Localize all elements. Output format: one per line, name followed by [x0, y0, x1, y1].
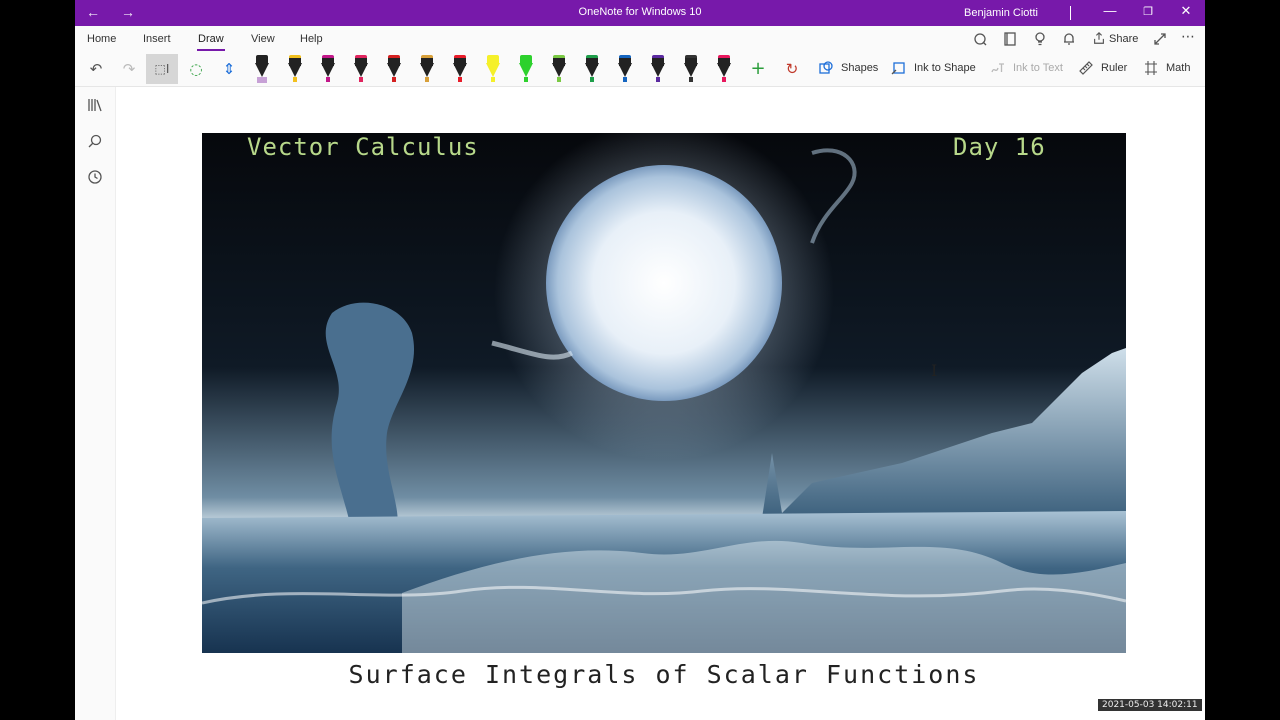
- shapes-button[interactable]: Shapes: [841, 62, 878, 74]
- title-bar: ← → OneNote for Windows 10 Benjamin Ciot…: [75, 0, 1205, 26]
- pen-body: [453, 63, 467, 77]
- ruler-icon: [1078, 60, 1094, 80]
- tab-help[interactable]: Help: [300, 33, 323, 45]
- pen-nib: [359, 77, 363, 82]
- video-timestamp: 2021-05-03 14:02:11: [1098, 699, 1202, 711]
- ink-to-text-icon: [990, 60, 1006, 80]
- lightbulb-icon[interactable]: [1032, 31, 1048, 51]
- navigation-sidebar: [75, 87, 116, 720]
- pen-nib: [491, 77, 495, 82]
- pen-body: [420, 63, 434, 77]
- pen-nib: [722, 77, 726, 82]
- undo-icon[interactable]: ↶: [85, 58, 107, 80]
- pen-body: [651, 63, 665, 77]
- pen-body: [717, 63, 731, 77]
- pen-3-icon[interactable]: [321, 55, 335, 83]
- pen-nib: [425, 77, 429, 82]
- arctic-moon-illustration: [202, 133, 1126, 653]
- tab-view[interactable]: View: [251, 33, 275, 45]
- pen-1-icon[interactable]: [255, 55, 269, 83]
- ink-to-shape-icon: [891, 60, 907, 80]
- pen-nib: [392, 77, 396, 82]
- pen-body: [321, 63, 335, 77]
- pen-9-icon[interactable]: [519, 55, 533, 83]
- pen-nib: [689, 77, 693, 82]
- tab-draw[interactable]: Draw: [197, 33, 225, 51]
- image-title-right: Day 16: [953, 133, 1046, 161]
- pen-body: [288, 63, 302, 77]
- pen-nib: [623, 77, 627, 82]
- title-separator: [1070, 6, 1071, 20]
- search-icon[interactable]: [85, 133, 105, 153]
- sync-icon[interactable]: [972, 31, 988, 51]
- pen-nib: [293, 77, 297, 82]
- redo-icon: ↷: [122, 60, 136, 78]
- shapes-icon: [818, 60, 834, 80]
- ribbon-tabs: Home Insert Draw View Help Share ⋯: [75, 26, 1205, 52]
- share-icon[interactable]: [1092, 31, 1106, 49]
- pen-body: [585, 63, 599, 77]
- pen-2-icon[interactable]: [288, 55, 302, 83]
- pen-7-icon[interactable]: [453, 55, 467, 83]
- pen-cap: [256, 55, 268, 63]
- pen-12-icon[interactable]: [618, 55, 632, 83]
- more-options-icon[interactable]: ⋯: [1181, 29, 1195, 45]
- pen-body: [519, 63, 533, 77]
- pen-body: [552, 63, 566, 77]
- onenote-window: ← → OneNote for Windows 10 Benjamin Ciot…: [75, 0, 1205, 720]
- pen-body: [354, 63, 368, 77]
- pen-cap: [487, 55, 499, 63]
- pen-nib: [524, 77, 528, 82]
- pen-4-icon[interactable]: [354, 55, 368, 83]
- pen-nib: [257, 77, 267, 83]
- pen-nib: [656, 77, 660, 82]
- text-cursor-icon: I: [931, 361, 938, 380]
- tab-insert[interactable]: Insert: [143, 33, 171, 45]
- draw-toolbar: ↶ ↷ ⬚I ◌ ⇕ + ↻ Shapes Ink to Shape Ink t…: [75, 52, 1205, 87]
- pen-11-icon[interactable]: [585, 55, 599, 83]
- ruler-button[interactable]: Ruler: [1101, 62, 1127, 74]
- pen-body: [618, 63, 632, 77]
- pen-6-icon[interactable]: [420, 55, 434, 83]
- close-icon[interactable]: ✕: [1176, 3, 1196, 19]
- pen-14-icon[interactable]: [684, 55, 698, 83]
- ink-to-text-button: Ink to Text: [1013, 62, 1063, 74]
- pen-body: [387, 63, 401, 77]
- minimize-icon[interactable]: —: [1100, 3, 1120, 18]
- ink-replay-icon[interactable]: ↻: [781, 58, 803, 80]
- pen-body: [486, 63, 500, 77]
- pen-8-icon[interactable]: [486, 55, 500, 83]
- share-button[interactable]: Share: [1109, 33, 1138, 45]
- type-select-tool-icon[interactable]: ⬚I: [146, 54, 178, 84]
- pen-body: [684, 63, 698, 77]
- pen-10-icon[interactable]: [552, 55, 566, 83]
- pen-5-icon[interactable]: [387, 55, 401, 83]
- bell-icon[interactable]: [1061, 31, 1077, 51]
- image-title-left: Vector Calculus: [247, 133, 479, 161]
- pen-nib: [326, 77, 330, 82]
- restore-icon[interactable]: ❐: [1138, 5, 1158, 18]
- title-image: Vector Calculus Day 16: [202, 133, 1126, 653]
- add-pen-icon[interactable]: +: [747, 58, 769, 80]
- math-button[interactable]: Math: [1166, 62, 1190, 74]
- pen-body: [255, 63, 269, 77]
- user-name[interactable]: Benjamin Ciotti: [964, 7, 1038, 19]
- pen-15-icon[interactable]: [717, 55, 731, 83]
- ink-to-shape-button[interactable]: Ink to Shape: [914, 62, 976, 74]
- pen-cap: [520, 55, 532, 63]
- page-subtitle: Surface Integrals of Scalar Functions: [348, 660, 980, 689]
- recent-clock-icon[interactable]: [85, 169, 105, 189]
- tab-home[interactable]: Home: [87, 33, 116, 45]
- add-space-icon[interactable]: ⇕: [218, 58, 240, 80]
- pen-nib: [590, 77, 594, 82]
- math-icon: [1143, 60, 1159, 80]
- pen-13-icon[interactable]: [651, 55, 665, 83]
- lasso-select-icon[interactable]: ◌: [185, 58, 207, 80]
- notebooks-icon[interactable]: [85, 97, 105, 117]
- fullscreen-icon[interactable]: [1152, 31, 1168, 51]
- notebook-icon[interactable]: [1002, 31, 1018, 51]
- pen-nib: [557, 77, 561, 82]
- pen-nib: [458, 77, 462, 82]
